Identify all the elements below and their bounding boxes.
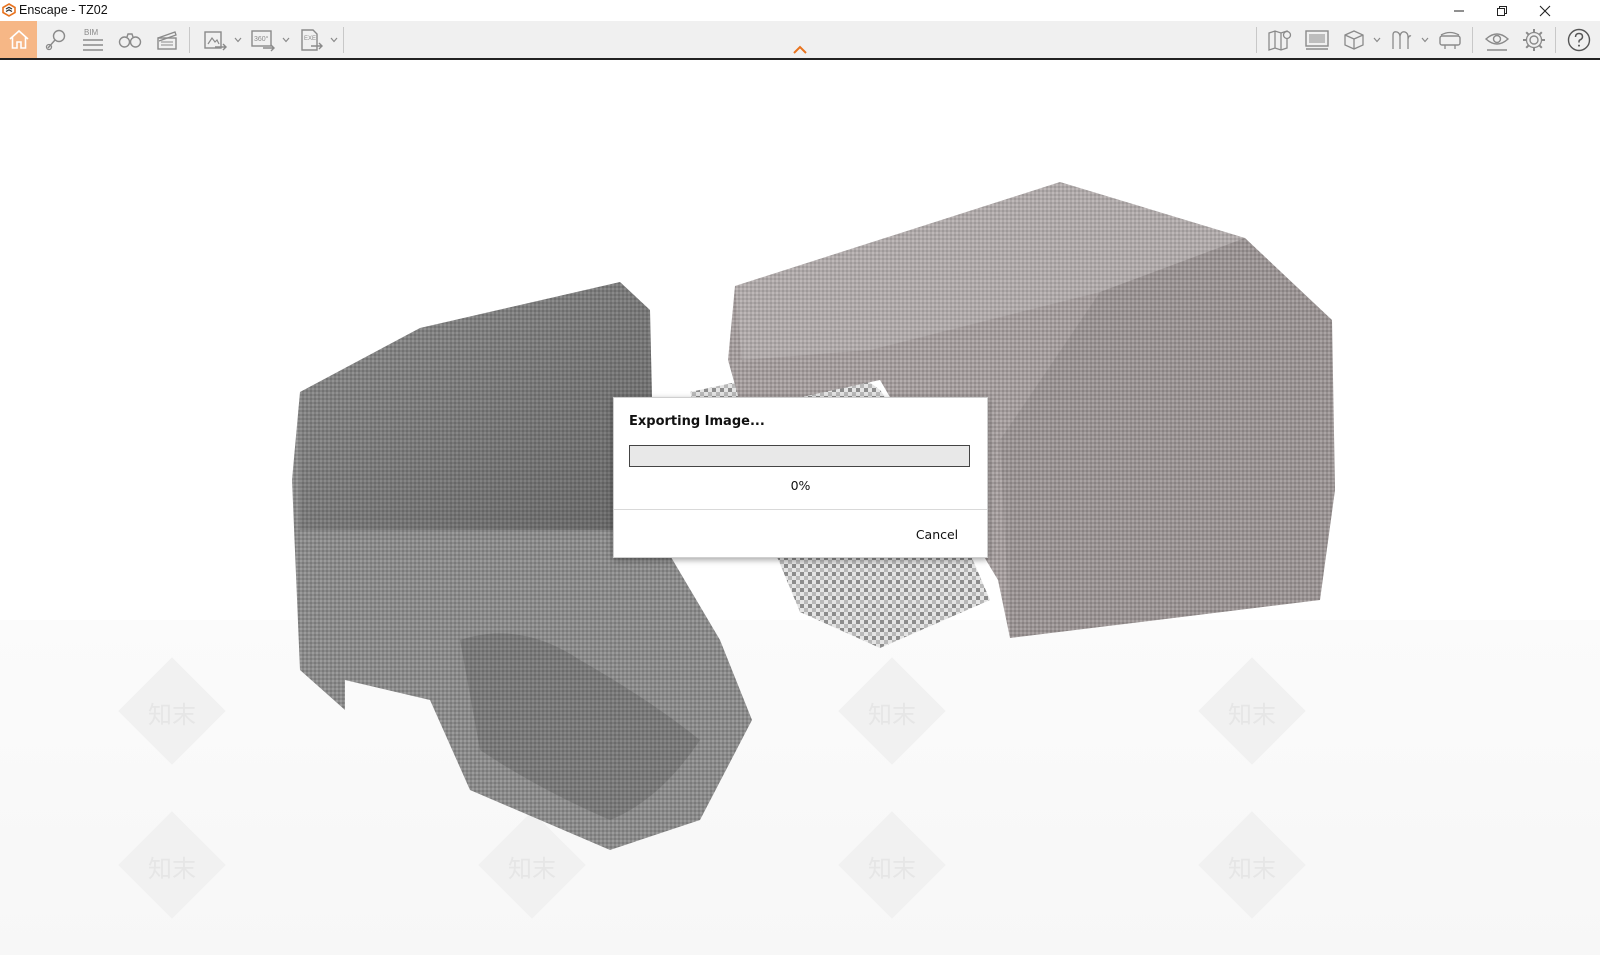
video-editor-icon [1304,29,1329,50]
export-360-icon: 360° [250,29,275,51]
bim-icon: BIM [82,28,103,51]
svg-text:EXE: EXE [304,36,316,42]
chevron-up-icon [793,45,807,54]
view-eye-icon [1484,32,1509,51]
chevron-down-icon [1373,37,1381,42]
help-button[interactable] [1560,21,1597,58]
toolbar-separator [189,27,190,53]
chevron-down-icon [330,37,338,42]
export-360-button[interactable]: 360° [244,21,281,58]
progress-percent-text: 0% [790,478,811,493]
cancel-button[interactable]: Cancel [904,524,970,544]
toolbar-separator [1256,27,1257,53]
export-image-icon [203,30,227,50]
material-dropdown[interactable] [1420,21,1430,58]
export-exe-button[interactable]: EXE [292,21,329,58]
material-editor-button[interactable] [1383,21,1420,58]
home-icon [8,29,29,49]
binoculars-icon [118,32,141,48]
minimize-button[interactable] [1438,0,1480,21]
window-title: Enscape - TZ02 [19,3,108,17]
svg-text:BIM: BIM [84,28,99,37]
clapperboard-icon [156,30,177,50]
settings-button[interactable] [1515,21,1552,58]
settings-gear-icon [1522,28,1545,51]
toolbar-separator [1472,27,1473,53]
export-360-dropdown[interactable] [281,21,291,58]
asset-library-icon [1343,29,1364,50]
map-view-icon [1267,29,1291,51]
video-editor-panel-button[interactable] [1298,21,1335,58]
help-icon [1567,28,1590,51]
title-bar: Enscape - TZ02 [0,0,1600,21]
toolbar-separator [1555,27,1556,53]
restore-icon [1497,5,1507,16]
toolbar-separator [343,27,344,53]
chevron-down-icon [234,37,242,42]
svg-text:360°: 360° [254,35,269,43]
export-image-dropdown[interactable] [233,21,243,58]
vr-headset-button[interactable] [1431,21,1468,58]
view-management-button[interactable] [37,21,74,58]
binoculars-button[interactable] [111,21,148,58]
export-progress-bar [629,445,970,467]
dialog-title: Exporting Image... [629,414,765,429]
map-pin-icon [45,29,65,50]
chevron-down-icon [1421,37,1429,42]
export-exe-dropdown[interactable] [329,21,339,58]
home-button[interactable] [0,21,37,58]
asset-library-button[interactable] [1335,21,1372,58]
chevron-down-icon [282,37,290,42]
close-icon [1539,5,1551,16]
collapse-toolbar-button[interactable] [792,44,808,56]
map-view-button[interactable] [1261,21,1298,58]
bim-button[interactable]: BIM [74,21,111,58]
asset-library-dropdown[interactable] [1372,21,1382,58]
enscape-logo-icon [2,3,16,17]
visual-settings-button[interactable] [1478,21,1515,58]
material-icon [1391,30,1411,49]
restore-button[interactable] [1481,0,1523,21]
close-button[interactable] [1524,0,1566,21]
export-progress-dialog: Exporting Image... 0% Cancel [613,397,988,558]
export-exe-icon: EXE [300,28,323,51]
dialog-divider [614,509,987,510]
minimize-icon [1454,10,1464,11]
export-image-button[interactable] [196,21,233,58]
vr-headset-icon [1438,31,1461,49]
video-editor-button[interactable] [148,21,185,58]
